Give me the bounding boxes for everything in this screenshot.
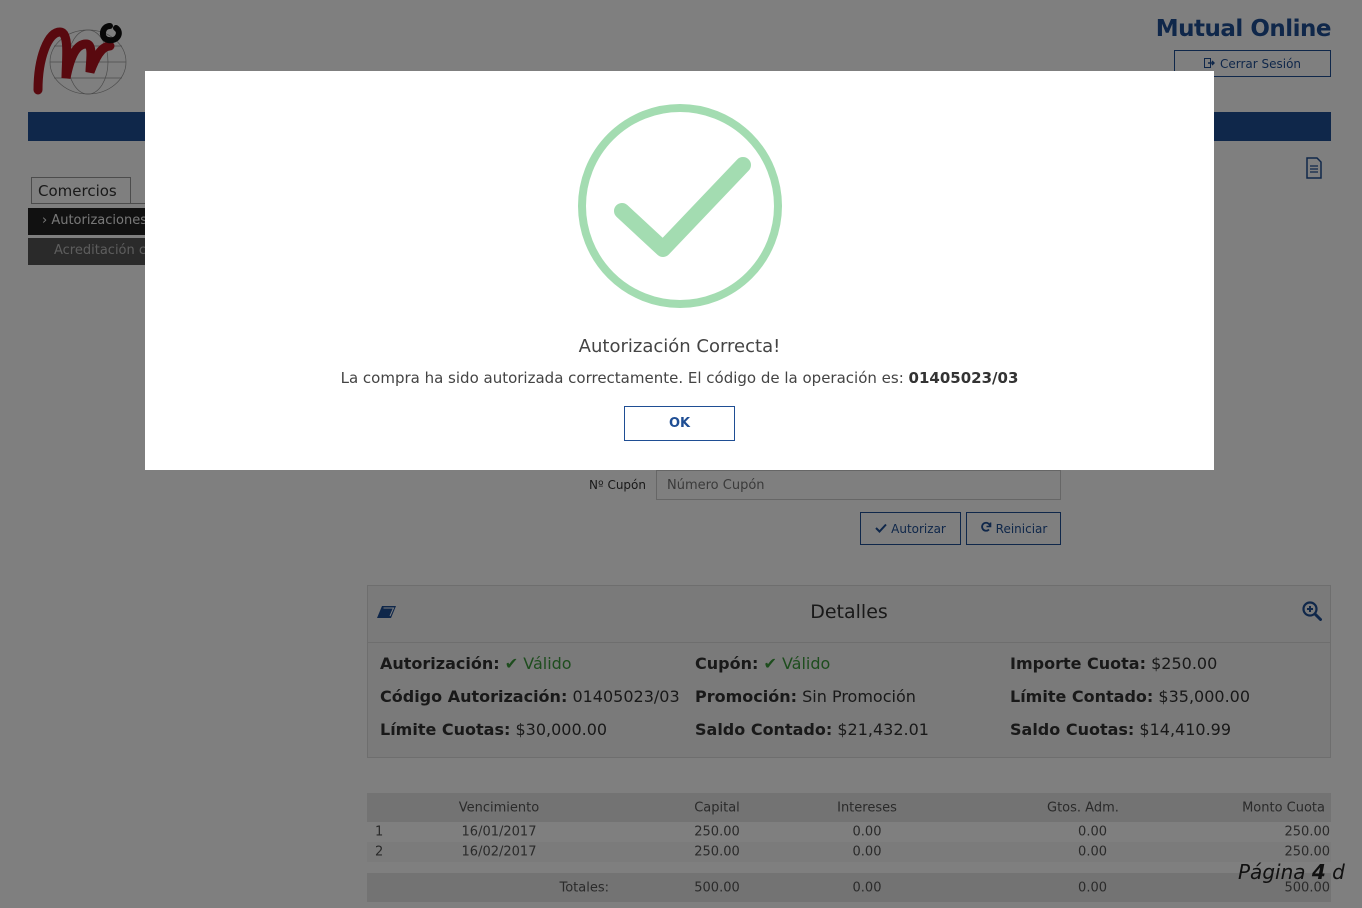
- success-check-icon: [578, 104, 782, 308]
- success-dialog: Autorización Correcta! La compra ha sido…: [145, 71, 1214, 470]
- dialog-title: Autorización Correcta!: [578, 336, 781, 357]
- dialog-message: La compra ha sido autorizada correctamen…: [340, 369, 1019, 387]
- operation-code: 01405023/03: [908, 369, 1019, 387]
- page-number-footer: Página 4 d: [1238, 860, 1345, 884]
- ok-button[interactable]: OK: [624, 406, 735, 441]
